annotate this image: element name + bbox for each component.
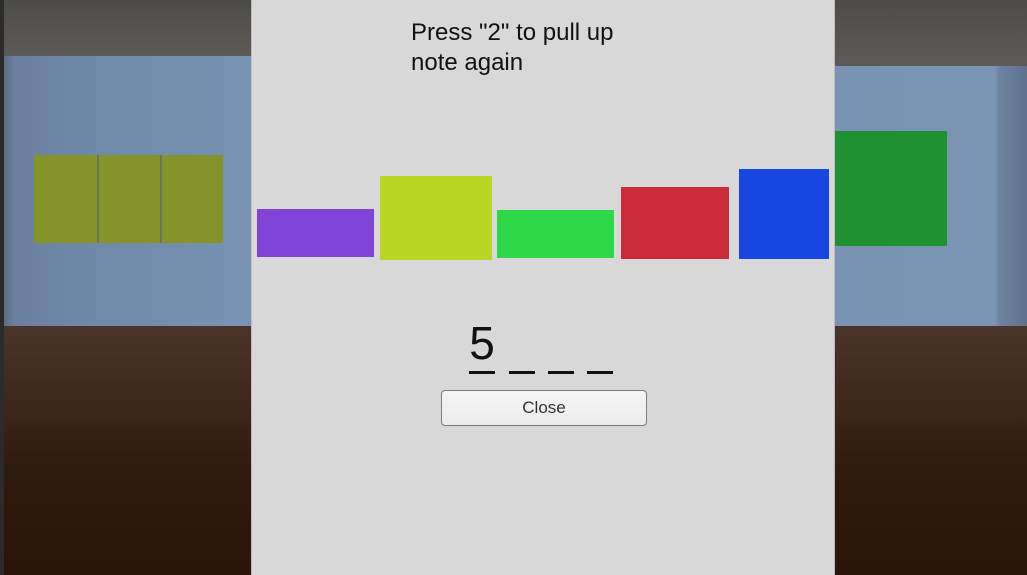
color-swatch-1: [257, 209, 374, 257]
olive-panel-2: [98, 155, 161, 243]
digit-underline: [509, 371, 535, 374]
color-swatch-2: [380, 176, 492, 260]
color-swatch-5: [739, 169, 829, 259]
floor-right: [835, 326, 1027, 575]
ceiling-right: [835, 0, 1027, 70]
note-panel: Press "2" to pull up note again 5 Close: [251, 0, 835, 575]
digit-underline: [548, 371, 574, 374]
code-display: 5: [467, 316, 627, 376]
digit-underline: [587, 371, 613, 374]
game-scene: Press "2" to pull up note again 5 Close: [0, 0, 1027, 575]
left-edge-pillar: [0, 0, 4, 575]
close-button[interactable]: Close: [441, 390, 647, 426]
code-digit-1: 5: [467, 316, 497, 376]
green-wall-panel: [835, 131, 947, 246]
ceiling-left: [0, 0, 251, 62]
color-swatch-4: [621, 187, 729, 259]
note-instruction: Press "2" to pull up note again: [411, 19, 614, 76]
panel-seam: [160, 155, 162, 243]
panel-seam: [97, 155, 99, 243]
olive-panel-1: [34, 155, 98, 243]
code-digit-4: [585, 316, 615, 376]
floor-left: [0, 326, 251, 575]
color-swatch-3: [497, 210, 614, 258]
olive-panel-3: [161, 155, 223, 243]
code-digit-value: 5: [469, 317, 495, 369]
code-digit-2: [507, 316, 537, 376]
code-digit-3: [546, 316, 576, 376]
digit-underline: [469, 371, 495, 374]
